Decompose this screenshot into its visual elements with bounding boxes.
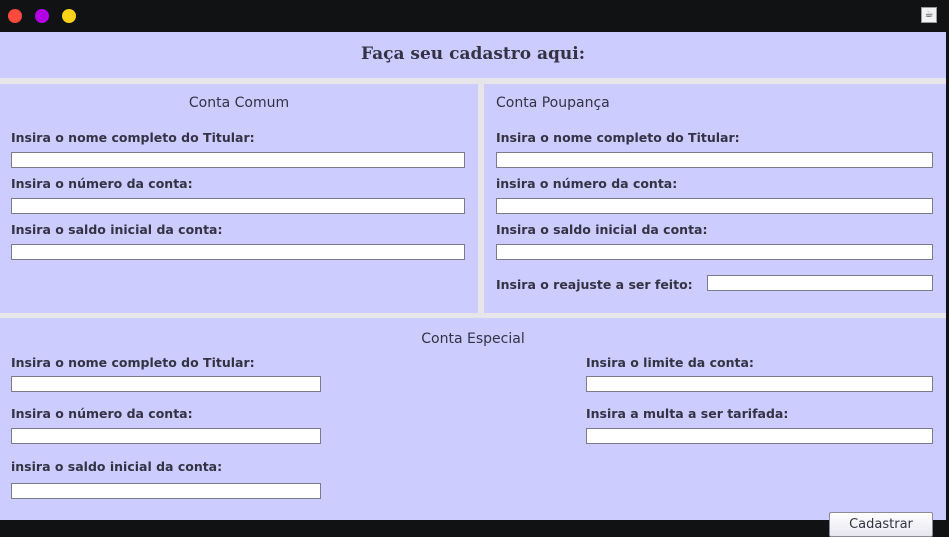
conta-especial-panel: Conta Especial Insira o nome completo do… [0, 318, 946, 537]
especial-multa-input[interactable] [586, 428, 933, 444]
comum-saldo-input[interactable] [11, 244, 465, 260]
especial-numero-input[interactable] [11, 428, 321, 444]
page-title: Faça seu cadastro aqui: [360, 44, 585, 64]
especial-nome-label: Insira o nome completo do Titular: [11, 355, 255, 370]
especial-limite-input[interactable] [586, 376, 933, 392]
comum-nome-label: Insira o nome completo do Titular: [11, 130, 255, 145]
poupanca-numero-label: insira o número da conta: [496, 176, 678, 191]
conta-especial-title: Conta Especial [421, 331, 525, 347]
comum-numero-input[interactable] [11, 198, 465, 214]
especial-limite-label: Insira o limite da conta: [586, 355, 754, 370]
minimize-window-icon[interactable] [35, 9, 49, 23]
comum-numero-label: Insira o número da conta: [11, 176, 193, 191]
poupanca-saldo-label: Insira o saldo inicial da conta: [496, 222, 708, 237]
poupanca-numero-input[interactable] [496, 198, 933, 214]
poupanca-reajuste-input[interactable] [707, 275, 933, 291]
cadastrar-button[interactable]: Cadastrar [829, 512, 933, 537]
poupanca-saldo-input[interactable] [496, 244, 933, 260]
poupanca-reajuste-label: Insira o reajuste a ser feito: [496, 277, 693, 292]
comum-nome-input[interactable] [11, 152, 465, 168]
header-panel: Faça seu cadastro aqui: [0, 32, 946, 78]
poupanca-nome-label: Insira o nome completo do Titular: [496, 130, 740, 145]
conta-comum-panel: Conta Comum Insira o nome completo do Ti… [0, 84, 478, 313]
comum-saldo-label: Insira o saldo inicial da conta: [11, 222, 223, 237]
poupanca-nome-input[interactable] [496, 152, 933, 168]
window-titlebar: ☕ [0, 0, 949, 32]
especial-saldo-label: insira o saldo inicial da conta: [11, 459, 223, 474]
maximize-window-icon[interactable] [62, 9, 76, 23]
java-app-icon: ☕ [921, 7, 937, 23]
especial-numero-label: Insira o número da conta: [11, 406, 193, 421]
especial-saldo-input[interactable] [11, 483, 321, 499]
conta-poupanca-title: Conta Poupança [496, 95, 610, 111]
conta-poupanca-panel: Conta Poupança Insira o nome completo do… [484, 84, 946, 313]
especial-nome-input[interactable] [11, 376, 321, 392]
form-window: Faça seu cadastro aqui: Conta Comum Insi… [0, 32, 946, 537]
close-window-icon[interactable] [8, 9, 22, 23]
especial-multa-label: Insira a multa a ser tarifada: [586, 406, 789, 421]
conta-comum-title: Conta Comum [188, 95, 290, 111]
